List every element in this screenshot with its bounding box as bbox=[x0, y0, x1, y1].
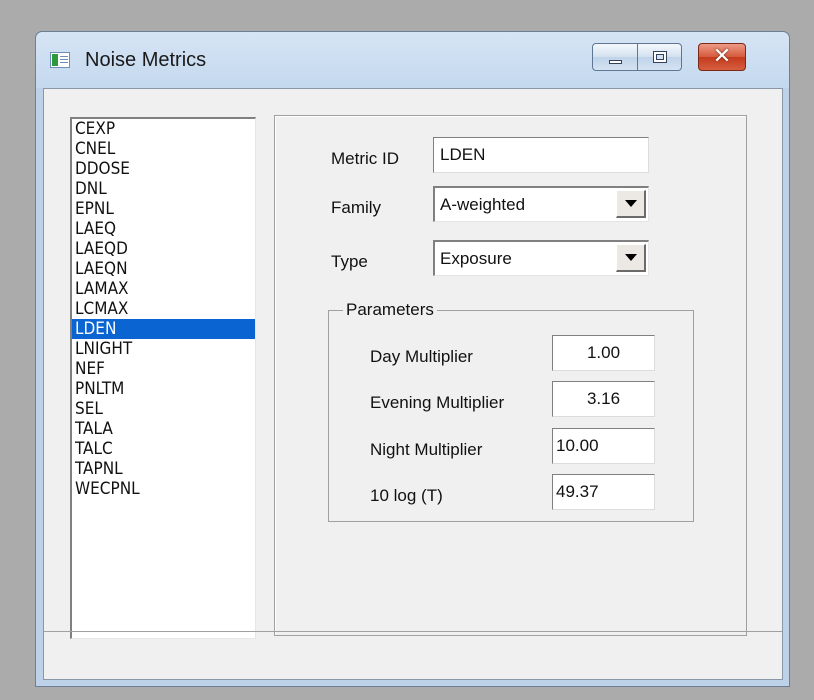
maximize-button[interactable] bbox=[638, 43, 682, 71]
list-item[interactable]: DDOSE bbox=[72, 159, 255, 179]
night-multiplier-label: Night Multiplier bbox=[370, 440, 483, 459]
type-label: Type bbox=[331, 252, 368, 271]
evening-multiplier-input[interactable] bbox=[552, 381, 655, 417]
metric-details-panel: Metric ID Family A-weighted Type Exposur… bbox=[274, 115, 747, 636]
list-item[interactable]: LCMAX bbox=[72, 299, 255, 319]
list-item[interactable]: LAEQN bbox=[72, 259, 255, 279]
ten-log-t-label: 10 log (T) bbox=[370, 486, 443, 505]
list-item[interactable]: LNIGHT bbox=[72, 339, 255, 359]
list-item[interactable]: LAMAX bbox=[72, 279, 255, 299]
family-dropdown-arrow-icon[interactable] bbox=[616, 190, 646, 218]
metric-id-input[interactable] bbox=[433, 137, 649, 173]
list-item[interactable]: WECPNL bbox=[72, 479, 255, 499]
parameters-group-title: Parameters bbox=[343, 300, 437, 320]
noise-metrics-window: Noise Metrics ✕ CEXP CNEL DDOSE DNL EPNL LAEQ… bbox=[35, 31, 790, 687]
parameters-group: Parameters Day Multiplier Evening Multip… bbox=[328, 300, 694, 522]
list-item[interactable]: PNLTM bbox=[72, 379, 255, 399]
day-multiplier-input[interactable] bbox=[552, 335, 655, 371]
list-item[interactable]: TALA bbox=[72, 419, 255, 439]
day-multiplier-label: Day Multiplier bbox=[370, 347, 473, 366]
list-item[interactable]: SEL bbox=[72, 399, 255, 419]
night-multiplier-input[interactable] bbox=[552, 428, 655, 464]
family-select-value: A-weighted bbox=[440, 195, 526, 214]
list-item[interactable]: LAEQD bbox=[72, 239, 255, 259]
list-item[interactable]: EPNL bbox=[72, 199, 255, 219]
type-select-value: Exposure bbox=[440, 249, 512, 268]
client-divider bbox=[44, 631, 782, 632]
list-item[interactable]: TALC bbox=[72, 439, 255, 459]
minimize-icon bbox=[609, 60, 622, 64]
evening-multiplier-label: Evening Multiplier bbox=[370, 393, 505, 412]
client-area: CEXP CNEL DDOSE DNL EPNL LAEQ LAEQD LAEQN LAMAX L… bbox=[43, 88, 783, 680]
list-item[interactable]: DNL bbox=[72, 179, 255, 199]
list-item[interactable]: TAPNL bbox=[72, 459, 255, 479]
maximize-icon bbox=[653, 51, 667, 63]
metrics-listbox[interactable]: CEXP CNEL DDOSE DNL EPNL LAEQ LAEQD LAEQN LAMAX L… bbox=[70, 117, 256, 639]
minimize-button[interactable] bbox=[592, 43, 638, 71]
list-item[interactable]: LDEN bbox=[72, 319, 255, 339]
close-icon: ✕ bbox=[712, 44, 732, 69]
metric-id-label: Metric ID bbox=[331, 149, 399, 168]
family-select[interactable]: A-weighted bbox=[433, 186, 649, 222]
title-bar[interactable]: Noise Metrics ✕ bbox=[36, 32, 789, 88]
window-title: Noise Metrics bbox=[85, 49, 207, 71]
list-item[interactable]: CNEL bbox=[72, 139, 255, 159]
ten-log-t-input[interactable] bbox=[552, 474, 655, 510]
list-item[interactable]: LAEQ bbox=[72, 219, 255, 239]
family-label: Family bbox=[331, 198, 382, 217]
close-button[interactable]: ✕ bbox=[698, 43, 746, 71]
list-item[interactable]: CEXP bbox=[72, 119, 255, 139]
type-select[interactable]: Exposure bbox=[433, 240, 649, 276]
list-item[interactable]: NEF bbox=[72, 359, 255, 379]
type-dropdown-arrow-icon[interactable] bbox=[616, 244, 646, 272]
app-icon bbox=[50, 52, 70, 68]
